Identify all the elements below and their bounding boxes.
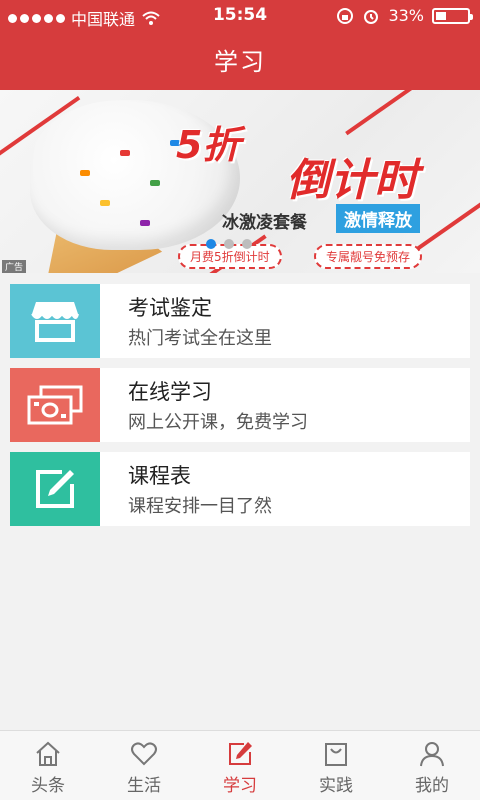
heart-icon: [131, 742, 157, 766]
home-icon: [36, 741, 60, 766]
app-header: 中国联通 15:54 33% 学习: [0, 0, 480, 90]
orientation-lock-icon: [337, 7, 354, 24]
promo-banner[interactable]: 5折 倒计时 冰激凌套餐 激情释放 月费5折倒计时 专属靓号免预存 广告: [0, 90, 480, 273]
promo-highlight: 激情释放: [336, 204, 420, 233]
promo-headline-countdown: 倒计时: [286, 155, 418, 206]
card-subtitle: 课程安排一目了然: [128, 496, 272, 517]
page-title: 学习: [214, 48, 266, 76]
tab-headlines[interactable]: 头条: [0, 731, 96, 800]
bottom-tab-bar: 头条 生活 学习 实践 我的: [0, 730, 480, 800]
card-course-schedule[interactable]: 课程表 课程安排一目了然: [10, 452, 470, 526]
promo-headline-discount: 5折: [176, 123, 241, 167]
tab-practice[interactable]: 实践: [288, 731, 384, 800]
promo-tag-right: 专属靓号免预存: [314, 244, 423, 269]
tab-label: 头条: [31, 776, 65, 796]
user-icon: [420, 742, 444, 767]
tab-label: 生活: [127, 776, 161, 796]
carousel-dot[interactable]: [224, 239, 234, 249]
tab-mine[interactable]: 我的: [384, 731, 480, 800]
edit-icon: [229, 742, 252, 765]
card-subtitle: 网上公开课，免费学习: [128, 412, 308, 433]
battery-percent: 33%: [388, 6, 424, 25]
card-icon-box: [10, 284, 100, 358]
storefront-icon: [31, 302, 79, 342]
card-icon-box: [10, 368, 100, 442]
tab-life[interactable]: 生活: [96, 731, 192, 800]
card-subtitle: 热门考试全在这里: [128, 328, 272, 349]
card-title: 在线学习: [128, 380, 212, 404]
tab-study[interactable]: 学习: [192, 731, 288, 800]
card-title: 考试鉴定: [128, 296, 212, 320]
card-title: 课程表: [128, 464, 191, 488]
battery-icon: [432, 7, 473, 24]
edit-note-icon: [36, 470, 74, 508]
carousel-indicator[interactable]: [206, 239, 252, 249]
promo-product: 冰激凌套餐: [222, 213, 307, 233]
ad-label: 广告: [2, 260, 27, 273]
status-bar: 中国联通 15:54 33%: [0, 0, 480, 30]
tab-label: 我的: [415, 776, 449, 796]
carousel-dot[interactable]: [206, 239, 216, 249]
carousel-dot[interactable]: [242, 239, 252, 249]
alarm-clock-icon: [364, 9, 379, 24]
money-bills-icon: [27, 385, 83, 425]
shopping-bag-icon: [325, 743, 347, 766]
card-icon-box: [10, 452, 100, 526]
card-exam-certification[interactable]: 考试鉴定 热门考试全在这里: [10, 284, 470, 358]
card-online-learning[interactable]: 在线学习 网上公开课，免费学习: [10, 368, 470, 442]
tab-label: 学习: [223, 776, 257, 796]
tab-label: 实践: [319, 776, 353, 796]
